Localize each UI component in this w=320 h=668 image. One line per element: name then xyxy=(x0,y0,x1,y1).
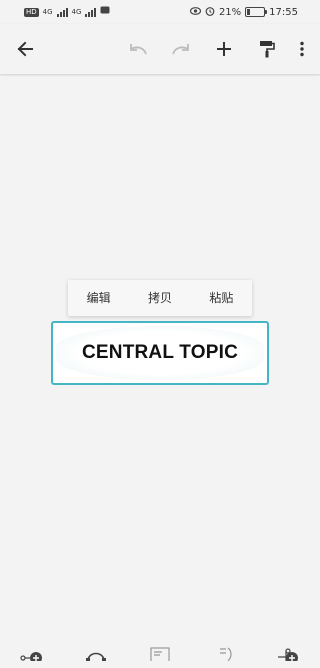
add-subtopic-button[interactable] xyxy=(12,646,52,668)
add-topic-button[interactable] xyxy=(268,646,308,668)
alarm-icon xyxy=(205,6,215,19)
redo-button[interactable] xyxy=(161,24,201,74)
format-paint-icon xyxy=(259,40,275,58)
back-button[interactable] xyxy=(5,24,45,74)
redo-icon xyxy=(171,42,191,56)
notes-button[interactable] xyxy=(140,646,180,668)
relationship-icon xyxy=(84,646,108,665)
context-menu: 编辑 拷贝 粘贴 xyxy=(68,280,252,316)
add-icon xyxy=(216,41,232,57)
menu-item-edit[interactable]: 编辑 xyxy=(68,280,129,316)
add-subtopic-icon xyxy=(20,646,44,665)
status-bar: HD 4G 4G 21% 17:55 xyxy=(0,0,320,24)
undo-button[interactable] xyxy=(118,24,158,74)
status-left: HD 4G 4G xyxy=(0,6,110,18)
notes-icon xyxy=(150,646,170,665)
battery-percent: 21% xyxy=(218,6,242,18)
boundary-icon xyxy=(214,646,234,665)
network-4g-label: 4G xyxy=(42,8,53,16)
central-topic-shape: CENTRAL TOPIC xyxy=(56,326,264,380)
add-topic-icon xyxy=(276,646,300,665)
more-vert-icon xyxy=(300,41,304,57)
status-right: 21% 17:55 xyxy=(189,6,320,19)
menu-item-copy[interactable]: 拷贝 xyxy=(129,280,190,316)
bottom-toolbar xyxy=(0,646,320,668)
central-topic-label: CENTRAL TOPIC xyxy=(81,342,239,363)
hd-badge: HD xyxy=(24,7,39,17)
message-icon xyxy=(100,6,110,18)
menu-item-paste[interactable]: 粘贴 xyxy=(191,280,252,316)
central-topic-node[interactable]: CENTRAL TOPIC xyxy=(51,321,269,385)
top-app-bar xyxy=(0,24,320,74)
undo-icon xyxy=(128,42,148,56)
relationship-button[interactable] xyxy=(76,646,116,668)
more-options-button[interactable] xyxy=(282,24,320,74)
boundary-button[interactable] xyxy=(204,646,244,668)
format-painter-button[interactable] xyxy=(247,24,287,74)
network-4g-label-2: 4G xyxy=(71,8,82,16)
signal-icon-2 xyxy=(85,7,97,17)
signal-icon xyxy=(56,7,68,17)
eye-icon xyxy=(189,6,202,18)
back-arrow-icon xyxy=(16,40,34,58)
clock: 17:55 xyxy=(269,6,298,18)
battery-icon xyxy=(245,7,268,17)
add-button[interactable] xyxy=(204,24,244,74)
